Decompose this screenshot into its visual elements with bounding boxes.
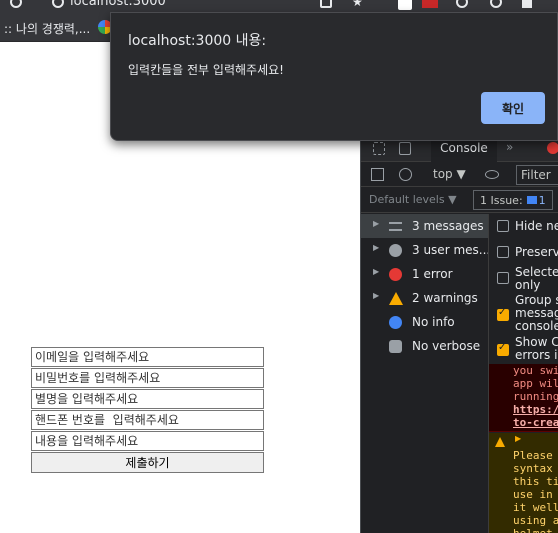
issues-button[interactable]: 1 Issue: 1 [473,190,553,210]
expand-arrow-icon[interactable]: ▶ [373,267,379,276]
log-link[interactable]: to-crea [513,416,558,429]
error-message: you swi app wil running https:// to-crea [489,364,558,432]
bookmark-star-icon[interactable]: ★ [352,0,364,9]
more-tabs-icon[interactable]: » [506,140,513,154]
error-badge-icon[interactable] [547,142,558,154]
setting-label: Hide net [515,219,558,233]
sidebar-item-verbose[interactable]: No verbose [361,334,488,358]
sidebar-item-label: No info [412,315,455,329]
extension-icon[interactable] [398,0,412,10]
log-line: Please [513,449,553,462]
devtools-panel: Console » top ▼ Filter Default levels ▼ … [360,128,558,533]
sidebar-item-info[interactable]: No info [361,310,488,334]
extension-circle-icon[interactable] [456,0,468,8]
issues-label: 1 Issue: [480,194,523,207]
info-icon [389,316,402,329]
console-sidebar: ▶ 3 messages ▶ 3 user mes... ▶ 1 error ▶… [361,214,488,374]
checkbox[interactable] [497,342,509,356]
sidebar-item-label: 1 error [412,267,453,281]
console-log: you swi app wil running https:// to-crea… [488,364,558,533]
console-toolbar-levels: Default levels ▼ 1 Issue: 1 [361,187,558,213]
browser-window: localhost:3000 ★ :: 나의 경쟁력,... 제출하기 Cons… [0,0,558,533]
extension-circle-2-icon[interactable] [490,0,502,8]
sidebar-item-label: 3 messages [412,219,484,233]
alert-message: 입력칸들을 전부 입력해주세요! [128,63,284,77]
error-icon [389,268,402,281]
sidebar-toggle-icon[interactable] [371,168,384,181]
content-input[interactable] [31,431,264,451]
sidebar-item-errors[interactable]: ▶ 1 error [361,262,488,286]
phone-input[interactable] [31,410,264,430]
browser-toolbar: localhost:3000 ★ [0,0,558,12]
context-selector[interactable]: top ▼ [433,167,466,181]
extension-red-icon[interactable] [422,0,438,8]
log-line: syntax [513,462,553,475]
inspect-element-icon[interactable] [373,142,385,155]
sidebar-item-warnings[interactable]: ▶ 2 warnings [361,286,488,310]
sidebar-item-label: 3 user mes... [412,243,488,257]
user-icon [389,244,402,257]
tab-console[interactable]: Console [431,138,497,162]
log-line: this ti [513,475,558,488]
log-line: using a [513,514,558,527]
window-icon[interactable] [522,0,532,8]
sidebar-item-label: No verbose [412,339,481,353]
alert-title: localhost:3000 내용: [128,33,267,49]
site-info-icon[interactable] [52,0,64,8]
sidebar-item-messages[interactable]: ▶ 3 messages [361,214,488,238]
log-line: helmet [513,527,553,533]
checkbox[interactable] [497,307,509,321]
share-icon[interactable] [320,0,332,8]
checkbox[interactable] [497,272,509,284]
setting-label: Group si message console [515,293,558,333]
log-line: you swi [513,364,558,377]
issues-count: 1 [538,194,546,207]
setting-label: Show CO errors in [515,335,558,362]
email-input[interactable] [31,347,264,367]
verbose-icon [389,340,402,353]
reload-icon[interactable] [10,0,22,8]
setting-label: Selected only [515,265,558,292]
filter-input[interactable]: Filter [516,165,558,185]
sidebar-item-user-messages[interactable]: ▶ 3 user mes... [361,238,488,262]
expand-arrow-icon[interactable]: ▶ [373,219,379,228]
submit-button[interactable]: 제출하기 [31,452,264,473]
checkbox[interactable] [497,246,509,258]
issue-icon [526,196,537,204]
ok-button[interactable]: 확인 [481,92,545,124]
device-toggle-icon[interactable] [399,142,411,155]
checkbox[interactable] [497,220,509,232]
log-line: it well [513,501,558,514]
log-line: running [513,390,558,403]
password-input[interactable] [31,368,264,388]
live-expression-eye-icon[interactable] [485,170,499,179]
console-toolbar: top ▼ Filter [361,162,558,187]
expand-arrow-icon[interactable]: ▶ [373,291,379,300]
warning-icon [389,292,403,305]
warning-message: ▶ Please syntax this ti use in it well u… [489,433,558,533]
alert-dialog: localhost:3000 내용: 입력칸들을 전부 입력해주세요! 확인 [110,12,558,141]
setting-label: Preserve [515,245,558,259]
signup-form: 제출하기 [31,347,264,473]
sidebar-item-label: 2 warnings [412,291,478,305]
log-levels-dropdown[interactable]: Default levels ▼ [369,193,457,206]
warning-icon [495,437,505,447]
log-link[interactable]: https:// [513,403,558,416]
log-line: app wil [513,377,558,390]
address-bar[interactable]: localhost:3000 [70,0,166,9]
expand-arrow-icon[interactable]: ▶ [373,243,379,252]
list-icon [389,222,402,231]
clear-console-icon[interactable] [399,168,412,181]
nickname-input[interactable] [31,389,264,409]
log-line: use in [513,488,553,501]
expand-arrow-icon[interactable]: ▶ [515,434,521,443]
console-settings: Hide net Preserve Selected only Group si… [488,214,558,364]
bookmark-item[interactable]: :: 나의 경쟁력,... [4,20,90,37]
